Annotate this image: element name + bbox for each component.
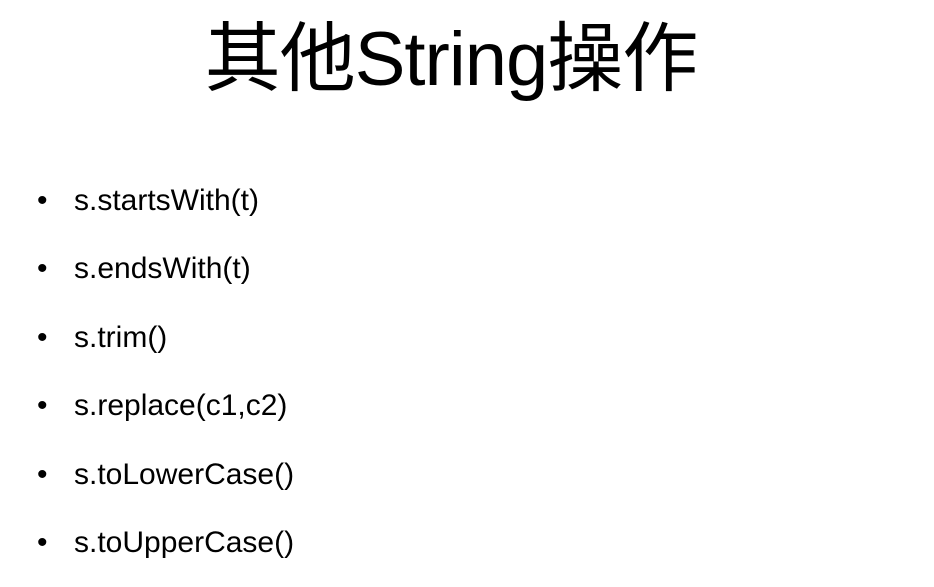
list-item: • s.startsWith(t) — [37, 177, 294, 245]
slide-title: 其他String操作 — [204, 17, 699, 102]
list-item-text: s.toUpperCase() — [74, 525, 295, 559]
list-item: • s.replace(c1,c2) — [37, 382, 294, 450]
bullet-icon: • — [37, 457, 48, 491]
bullet-icon: • — [37, 389, 48, 423]
bullet-icon: • — [37, 184, 48, 217]
list-item: • s.endsWith(t) — [37, 245, 294, 313]
bullet-icon: • — [37, 320, 48, 354]
list-item-text: s.trim() — [74, 320, 168, 354]
bullet-icon: • — [37, 252, 48, 286]
bullet-icon: • — [37, 525, 48, 559]
list-item-text: s.endsWith(t) — [74, 252, 251, 286]
list-item: • s.toLowerCase() — [37, 451, 294, 519]
slide: 其他String操作 • s.startsWith(t) • s.endsWit… — [0, 0, 934, 573]
bullet-list: • s.startsWith(t) • s.endsWith(t) • s.tr… — [37, 177, 294, 587]
list-item-text: s.replace(c1,c2) — [74, 389, 288, 423]
list-item: • s.toUpperCase() — [37, 519, 294, 587]
list-item-text: s.toLowerCase() — [74, 457, 295, 491]
list-item-text: s.startsWith(t) — [74, 184, 259, 217]
list-item: • s.trim() — [37, 314, 294, 382]
